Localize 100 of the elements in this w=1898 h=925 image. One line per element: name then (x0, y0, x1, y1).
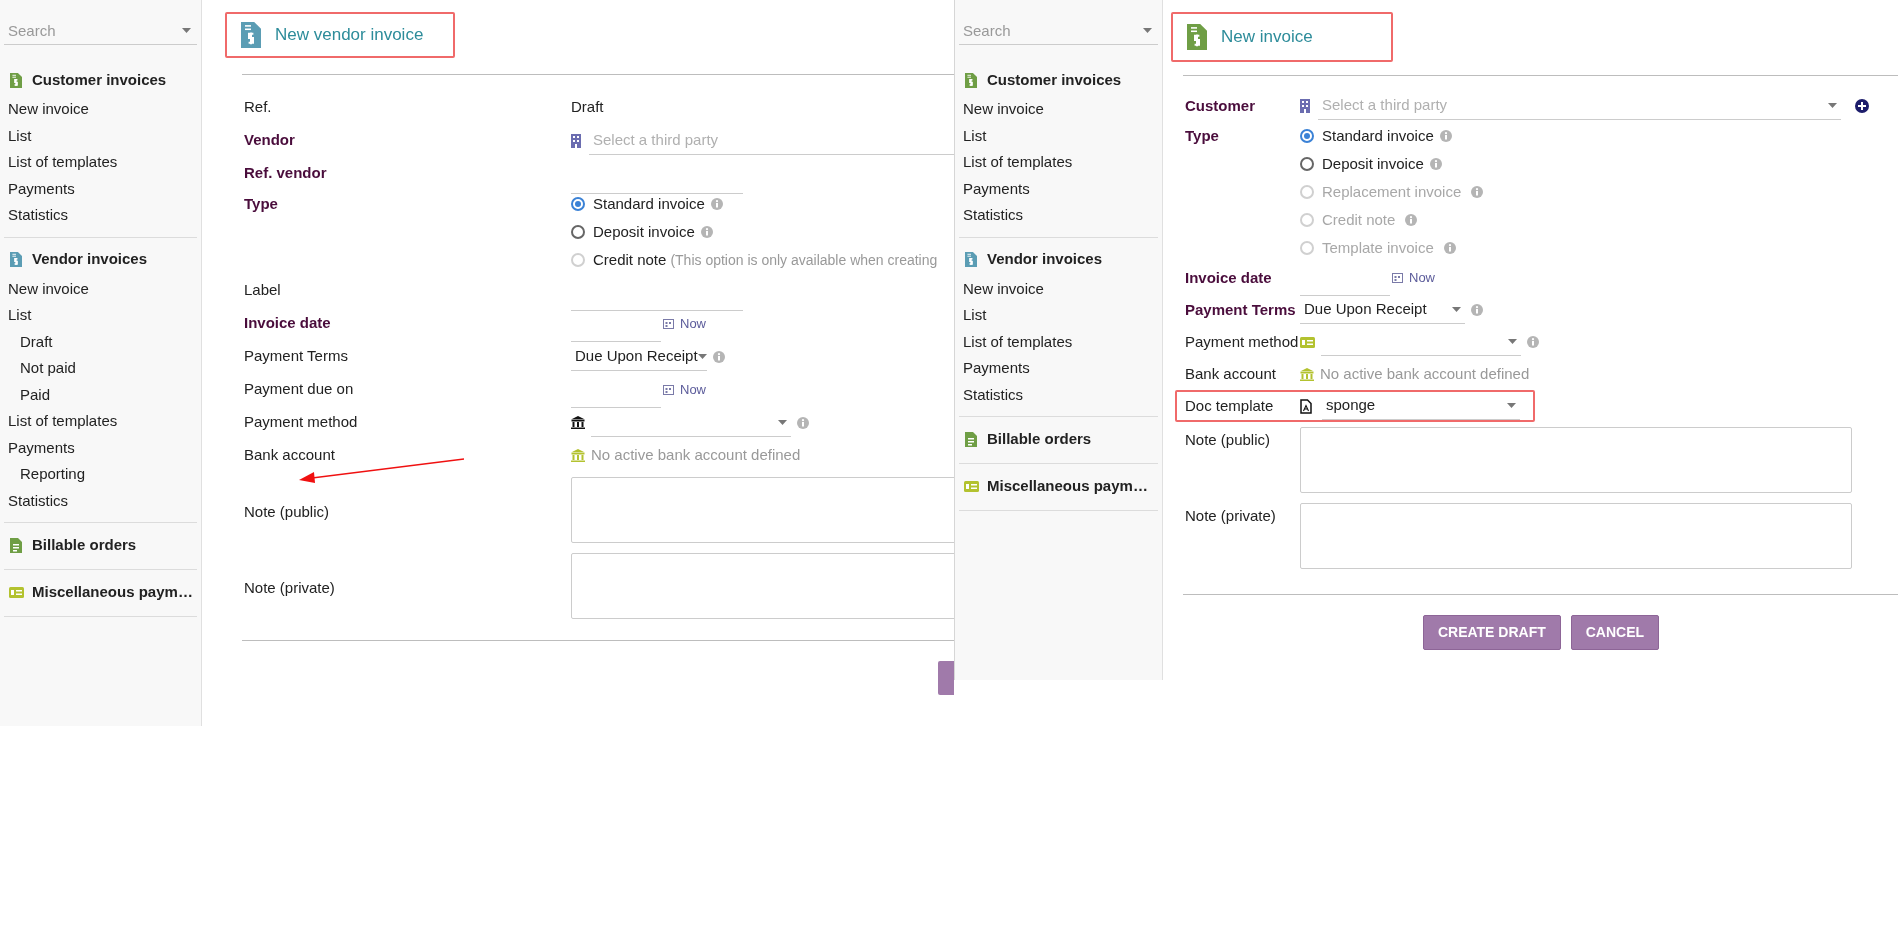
menu-heading[interactable]: Vendor invoices (32, 248, 148, 271)
menu-item[interactable]: List of templates (963, 330, 1073, 353)
menu-heading[interactable]: Miscellaneous paym… (32, 580, 193, 604)
field-label: Payment method (1185, 332, 1299, 350)
form-button[interactable]: CANCEL (1570, 615, 1660, 650)
search-field[interactable]: Search (4, 17, 197, 45)
menu-item[interactable]: New invoice (963, 98, 1044, 121)
payment-card-icon (8, 586, 24, 598)
menu-item[interactable]: List of templates (963, 151, 1073, 174)
field-label: Payment due on (244, 380, 354, 398)
document-icon (10, 537, 22, 553)
menu-item[interactable]: Draft (20, 330, 53, 353)
invoice-icon (1187, 24, 1207, 50)
building-icon (571, 133, 581, 148)
text-area[interactable] (571, 477, 954, 543)
text-area[interactable] (1300, 427, 1852, 493)
radio-button[interactable] (571, 197, 585, 211)
caret-icon (697, 353, 707, 359)
bank-icon (571, 449, 585, 462)
text-area[interactable] (571, 553, 954, 619)
add-icon[interactable] (1855, 99, 1869, 113)
menu-item[interactable]: Not paid (20, 357, 76, 380)
field-label: Type (1185, 125, 1219, 146)
menu-item[interactable]: List of templates (8, 151, 118, 174)
field-label: Bank account (1185, 364, 1276, 382)
caret-icon (1143, 28, 1152, 33)
now-link[interactable]: Now (680, 379, 706, 400)
menu-item[interactable]: Payments (963, 177, 1030, 200)
menu-item[interactable]: New invoice (963, 277, 1044, 300)
page-title: New invoice (1221, 26, 1313, 49)
menu-item[interactable]: Statistics (963, 204, 1023, 227)
calendar-icon (663, 384, 674, 395)
menu-item[interactable]: List (963, 124, 987, 147)
select-field[interactable]: Due Upon Receipt (1300, 296, 1465, 324)
field-label: Vendor (244, 131, 295, 149)
payment-card-icon (963, 480, 979, 492)
bank-icon (1300, 367, 1314, 381)
radio-label[interactable]: Deposit invoice (1322, 152, 1424, 176)
document-icon (965, 431, 977, 447)
field-label: Note (private) (244, 579, 335, 596)
invoice-icon (10, 252, 22, 267)
info-text: No active bank account defined (591, 445, 801, 466)
menu-heading[interactable]: Miscellaneous paym… (987, 474, 1148, 498)
invoice-icon (241, 22, 261, 48)
field-label: Note (private) (1185, 507, 1276, 524)
menu-item[interactable]: List (8, 124, 32, 147)
menu-item[interactable]: New invoice (8, 277, 89, 300)
bank-icon (571, 416, 585, 429)
menu-item[interactable]: List of templates (8, 410, 118, 433)
menu-heading[interactable]: Billable orders (32, 533, 137, 557)
menu-item[interactable]: List (963, 304, 987, 327)
menu-item[interactable]: Statistics (8, 489, 68, 512)
menu-item[interactable]: Statistics (963, 383, 1023, 406)
field-label: Note (public) (1185, 431, 1271, 448)
select-field[interactable]: sponge (1322, 392, 1520, 420)
caret-icon (182, 28, 191, 33)
select-field[interactable]: Due Upon Receipt (571, 342, 707, 371)
field-label: Invoice date (1185, 268, 1272, 286)
field-label: Note (public) (244, 503, 330, 520)
now-link[interactable]: Now (1409, 268, 1435, 288)
menu-item[interactable]: Payments (963, 357, 1030, 380)
menu-item[interactable]: Payments (8, 436, 75, 459)
search-field[interactable]: Search (959, 17, 1158, 45)
menu-heading[interactable]: Customer invoices (32, 68, 167, 92)
menu-item[interactable]: List (8, 304, 32, 327)
field-label: Ref. vendor (244, 164, 327, 182)
placeholder-text: Select a third party (593, 129, 719, 150)
radio-label[interactable]: Standard invoice (1322, 124, 1434, 148)
menu-item[interactable]: New invoice (8, 98, 89, 121)
hint-text: (This option is only available when creating (670, 250, 938, 270)
radio-button[interactable] (1300, 157, 1314, 171)
invoice-icon (10, 72, 22, 88)
menu-heading[interactable]: Vendor invoices (987, 248, 1103, 271)
placeholder-text: Select a third party (1322, 95, 1448, 116)
field-label: Invoice date (244, 314, 331, 332)
page-title: New vendor invoice (275, 24, 424, 47)
button-edge[interactable] (938, 661, 954, 695)
field-label: Payment Terms (1185, 300, 1296, 318)
now-link[interactable]: Now (680, 313, 706, 334)
menu-item[interactable]: Reporting (20, 463, 86, 486)
text-area[interactable] (1300, 503, 1852, 569)
field-label: Payment Terms (244, 347, 348, 365)
menu-item[interactable]: Payments (8, 177, 75, 200)
menu-heading[interactable]: Billable orders (987, 427, 1092, 451)
menu-heading[interactable]: Customer invoices (987, 68, 1122, 92)
menu-item[interactable]: Paid (20, 383, 51, 406)
calendar-icon (663, 318, 674, 329)
invoice-icon (965, 72, 977, 88)
building-icon (1300, 99, 1310, 113)
field-label: Bank account (244, 446, 335, 464)
radio-button[interactable] (1300, 129, 1314, 143)
radio-label[interactable]: Standard invoice (593, 192, 705, 216)
payment-card-icon (1300, 336, 1315, 348)
field-label: Label (244, 281, 281, 299)
menu-item[interactable]: Statistics (8, 204, 68, 227)
form-button[interactable]: CREATE DRAFT (1422, 615, 1561, 650)
radio-label[interactable]: Deposit invoice (593, 220, 695, 244)
field-value: Draft (571, 97, 604, 118)
caret-icon (778, 419, 787, 425)
radio-button[interactable] (571, 225, 585, 239)
